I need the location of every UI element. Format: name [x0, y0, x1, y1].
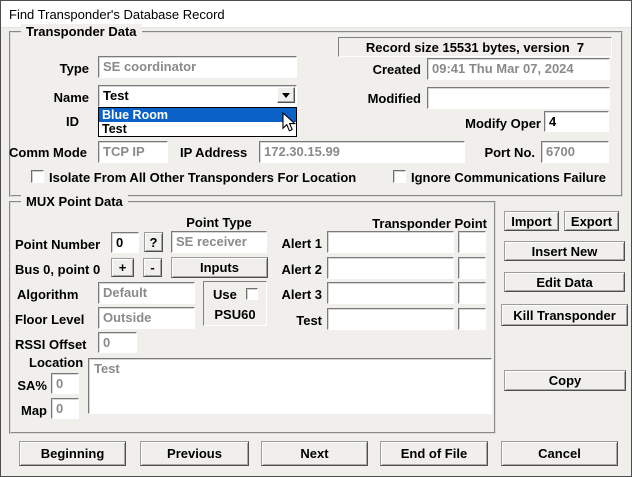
bus-point-label: Bus 0, point 0 — [15, 262, 100, 277]
created-label: Created — [341, 62, 421, 77]
point-type-header: Point Type — [171, 215, 267, 230]
point-number-field[interactable]: 0 — [111, 232, 139, 253]
test-point-field[interactable] — [458, 308, 486, 330]
port-no-label: Port No. — [471, 145, 535, 160]
rssi-offset-label: RSSI Offset — [15, 337, 87, 352]
mouse-cursor-icon — [282, 112, 297, 133]
beginning-button[interactable]: Beginning — [19, 441, 126, 466]
bus-increment-button[interactable]: + — [111, 258, 134, 277]
dropdown-option-blue-room[interactable]: Blue Room — [99, 108, 296, 122]
inputs-button[interactable]: Inputs — [171, 257, 268, 278]
alert2-field[interactable] — [327, 257, 454, 279]
transponder-data-group-label: Transponder Data — [21, 24, 142, 39]
floor-level-label: Floor Level — [15, 312, 84, 327]
isolate-checkbox[interactable] — [31, 170, 44, 183]
type-label: Type — [41, 61, 89, 76]
chevron-down-icon — [282, 93, 290, 98]
name-label: Name — [41, 90, 89, 105]
test-field[interactable] — [327, 308, 454, 330]
isolate-checkbox-label: Isolate From All Other Transponders For … — [49, 170, 356, 185]
id-label: ID — [51, 114, 79, 129]
floor-level-field[interactable]: Outside — [98, 307, 195, 329]
type-field[interactable]: SE coordinator — [98, 56, 297, 78]
use-psu60-checkbox[interactable] — [246, 288, 258, 300]
copy-button[interactable]: Copy — [504, 370, 626, 391]
map-label: Map — [11, 403, 47, 418]
ip-address-field[interactable]: 172.30.15.99 — [259, 141, 465, 163]
name-combobox[interactable]: Test — [98, 85, 297, 107]
ignore-checkbox[interactable] — [393, 170, 406, 183]
algorithm-label: Algorithm — [17, 287, 78, 302]
next-button[interactable]: Next — [261, 441, 368, 466]
insert-new-button[interactable]: Insert New — [504, 241, 625, 261]
name-dropdown-list: Blue Room Test — [98, 107, 297, 137]
modified-field[interactable] — [427, 87, 610, 109]
modified-label: Modified — [341, 91, 421, 106]
record-size-box: Record size 15531 bytes, version 7 — [338, 37, 612, 57]
point-type-field[interactable]: SE receiver — [171, 231, 267, 253]
mux-point-data-group-label: MUX Point Data — [21, 194, 128, 209]
modify-oper-field[interactable]: 4 — [544, 111, 609, 132]
end-of-file-button[interactable]: End of File — [380, 441, 488, 466]
transponder-point-header: Transponder Point — [359, 216, 487, 231]
test-label: Test — [277, 313, 322, 328]
alert1-label: Alert 1 — [277, 236, 322, 251]
name-combobox-value: Test — [103, 88, 129, 103]
import-button[interactable]: Import — [504, 211, 559, 231]
comm-mode-field[interactable]: TCP IP — [98, 141, 168, 163]
kill-transponder-button[interactable]: Kill Transponder — [501, 304, 628, 326]
alert3-point-field[interactable] — [458, 282, 486, 304]
algorithm-field[interactable]: Default — [98, 282, 195, 304]
alert2-label: Alert 2 — [277, 262, 322, 277]
location-label: Location — [29, 355, 83, 370]
point-number-help-button[interactable]: ? — [144, 232, 163, 252]
use-label: Use — [213, 287, 237, 302]
comm-mode-label: Comm Mode — [9, 145, 87, 160]
psu60-label: PSU60 — [204, 307, 266, 322]
name-combobox-dropdown-button[interactable] — [277, 87, 295, 103]
location-textarea[interactable]: Test — [88, 358, 492, 414]
created-field[interactable]: 09:41 Thu Mar 07, 2024 — [427, 58, 610, 80]
alert1-point-field[interactable] — [458, 231, 486, 253]
point-number-label: Point Number — [15, 237, 100, 252]
dialog-window: Find Transponder's Database Record Trans… — [0, 0, 632, 477]
sa-percent-field[interactable]: 0 — [51, 373, 79, 394]
edit-data-button[interactable]: Edit Data — [504, 272, 625, 292]
bus-decrement-button[interactable]: - — [143, 258, 162, 277]
previous-button[interactable]: Previous — [140, 441, 249, 466]
ignore-checkbox-label: Ignore Communications Failure — [411, 170, 606, 185]
export-button[interactable]: Export — [564, 211, 619, 231]
window-title: Find Transponder's Database Record — [9, 7, 225, 22]
cancel-button[interactable]: Cancel — [501, 441, 618, 466]
psu60-panel: Use PSU60 — [203, 281, 267, 326]
alert3-label: Alert 3 — [277, 287, 322, 302]
alert3-field[interactable] — [327, 282, 454, 304]
alert1-field[interactable] — [327, 231, 454, 253]
ip-address-label: IP Address — [180, 145, 247, 160]
port-no-field[interactable]: 6700 — [541, 141, 609, 163]
sa-percent-label: SA% — [11, 378, 47, 393]
rssi-offset-field[interactable]: 0 — [98, 332, 137, 353]
dropdown-option-test[interactable]: Test — [99, 122, 296, 136]
map-field[interactable]: 0 — [51, 398, 79, 419]
alert2-point-field[interactable] — [458, 257, 486, 279]
modify-oper-label: Modify Oper — [451, 116, 541, 131]
